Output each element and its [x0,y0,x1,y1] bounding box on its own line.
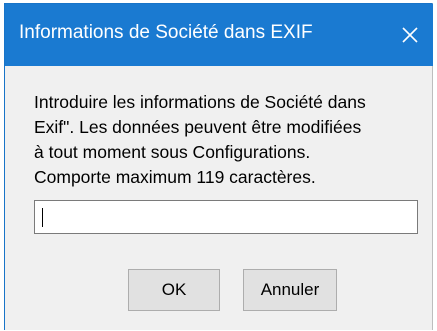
dialog-window: Informations de Société dans EXIF Introd… [4,3,433,330]
close-button[interactable] [387,4,433,66]
text-caret [42,208,43,227]
message-line: à tout moment sous Configurations. [34,142,311,162]
title-bar: Informations de Société dans EXIF [5,4,433,66]
message-line: Introduire les informations de Société d… [34,92,366,112]
window-title: Informations de Société dans EXIF [19,22,313,43]
message-line: Comporte maximum 119 caractères. [34,167,316,187]
cancel-button[interactable]: Annuler [243,269,337,311]
instruction-message: Introduire les informations de Société d… [34,90,424,190]
company-info-input[interactable] [34,200,418,234]
ok-button[interactable]: OK [128,269,220,311]
close-icon [402,27,418,43]
message-line: Exif". Les données peuvent être modifiée… [34,117,362,137]
